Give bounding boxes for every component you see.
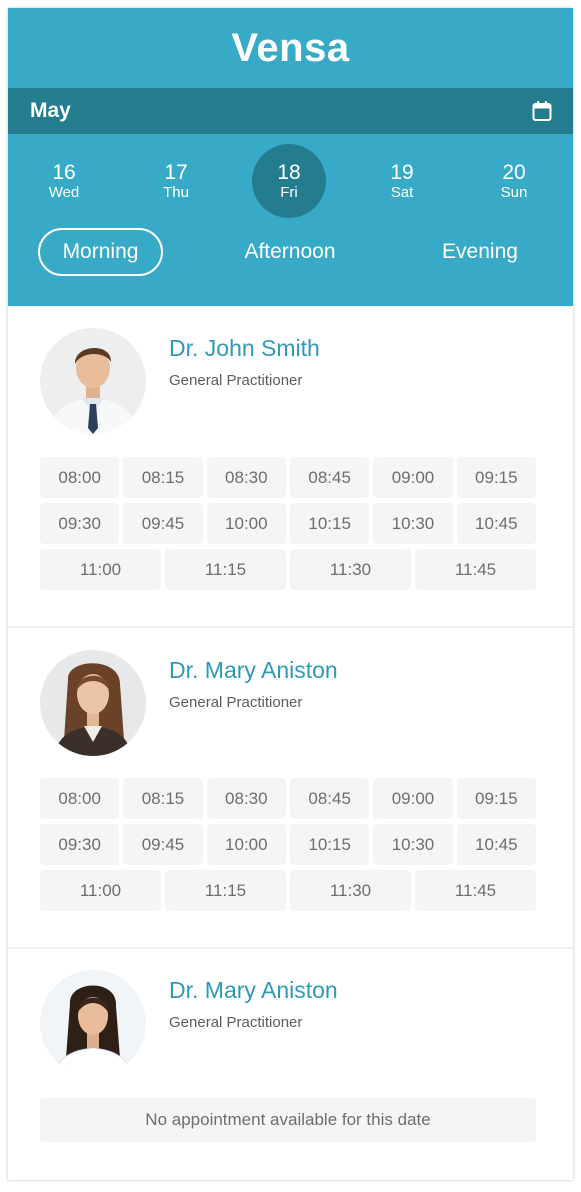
slot-row: 11:00 11:15 11:30 11:45 [40,549,536,590]
time-slot[interactable]: 09:00 [373,457,453,498]
day-number: 19 [390,161,414,184]
day-19[interactable]: 19 Sat [365,144,439,218]
time-slot[interactable]: 10:00 [206,824,286,865]
time-slot[interactable]: 11:30 [290,870,411,911]
day-selector: 16 Wed 17 Thu 18 Fri 19 Sat 20 Sun [8,134,573,228]
doctor-card: Dr. Mary Aniston General Practitioner 08… [8,628,573,947]
day-number: 20 [502,161,526,184]
time-slot[interactable]: 08:45 [289,457,370,498]
period-tabs: Morning Afternoon Evening [8,228,573,306]
doctor-avatar [40,650,146,756]
time-slot[interactable]: 09:30 [40,824,120,865]
time-slot[interactable]: 08:15 [123,457,203,498]
time-slot[interactable]: 10:30 [373,824,453,865]
slot-row: 09:30 09:45 10:00 10:15 10:30 10:45 [40,824,536,865]
tab-evening[interactable]: Evening [420,228,540,276]
time-slot[interactable]: 09:00 [373,778,453,819]
month-bar: May [8,88,573,134]
day-20[interactable]: 20 Sun [477,144,551,218]
time-slot[interactable]: 11:45 [415,870,536,911]
doctor-card: Dr. Mary Aniston General Practitioner No… [8,949,573,1180]
doctor-avatar [40,970,146,1076]
doctor-role: General Practitioner [169,372,303,389]
time-slot[interactable]: 09:15 [456,778,536,819]
time-slot[interactable]: 09:45 [123,824,203,865]
time-slot[interactable]: 11:30 [290,549,411,590]
doctor-card: Dr. John Smith General Practitioner 08:0… [8,307,573,626]
time-slot[interactable]: 11:00 [40,549,161,590]
time-slot[interactable]: 10:15 [289,503,370,544]
tab-morning[interactable]: Morning [38,228,163,276]
app-title: Vensa [231,25,350,70]
slot-row: 08:00 08:15 08:30 08:45 09:00 09:15 [40,457,536,498]
day-weekday: Fri [280,184,298,201]
day-16[interactable]: 16 Wed [27,144,101,218]
slot-row: 09:30 09:45 10:00 10:15 10:30 10:45 [40,503,536,544]
time-slot[interactable]: 10:15 [289,824,370,865]
time-slot[interactable]: 08:45 [289,778,370,819]
header: Vensa May 16 Wed 17 Thu 18 Fri 19 Sat 20… [8,8,573,306]
time-slots: 08:00 08:15 08:30 08:45 09:00 09:15 09:3… [40,457,536,595]
month-label: May [30,99,71,122]
time-slot[interactable]: 08:00 [40,457,120,498]
time-slot[interactable]: 09:30 [40,503,120,544]
doctor-role: General Practitioner [169,1014,303,1031]
time-slot[interactable]: 10:45 [456,503,536,544]
time-slot[interactable]: 11:45 [415,549,536,590]
doctor-avatar [40,328,146,434]
doctor-name: Dr. Mary Aniston [169,657,338,683]
day-number: 17 [164,161,188,184]
time-slot[interactable]: 09:45 [123,503,203,544]
time-slot[interactable]: 11:00 [40,870,161,911]
time-slot[interactable]: 08:00 [40,778,120,819]
slot-row: 11:00 11:15 11:30 11:45 [40,870,536,911]
time-slot[interactable]: 08:15 [123,778,203,819]
time-slot[interactable]: 11:15 [165,870,286,911]
time-slot[interactable]: 08:30 [206,457,286,498]
day-17[interactable]: 17 Thu [139,144,213,218]
time-slot[interactable]: 08:30 [206,778,286,819]
slot-row: 08:00 08:15 08:30 08:45 09:00 09:15 [40,778,536,819]
day-weekday: Wed [48,184,80,201]
time-slot[interactable]: 11:15 [165,549,286,590]
day-number: 16 [52,161,76,184]
day-weekday: Sun [500,184,528,201]
day-18-selected[interactable]: 18 Fri [252,144,326,218]
day-weekday: Sat [390,184,414,201]
time-slot[interactable]: 10:45 [456,824,536,865]
time-slot[interactable]: 10:00 [206,503,286,544]
app-frame: Vensa May 16 Wed 17 Thu 18 Fri 19 Sat 20… [8,8,573,1180]
tab-afternoon[interactable]: Afternoon [220,228,360,276]
doctor-name: Dr. Mary Aniston [169,977,338,1003]
time-slot[interactable]: 09:15 [456,457,536,498]
day-number: 18 [277,161,301,184]
no-appointment-message: No appointment available for this date [40,1098,536,1142]
calendar-icon[interactable] [531,100,553,122]
time-slots: 08:00 08:15 08:30 08:45 09:00 09:15 09:3… [40,778,536,916]
doctor-role: General Practitioner [169,694,303,711]
doctor-name: Dr. John Smith [169,335,320,361]
day-weekday: Thu [163,184,189,201]
time-slot[interactable]: 10:30 [373,503,453,544]
